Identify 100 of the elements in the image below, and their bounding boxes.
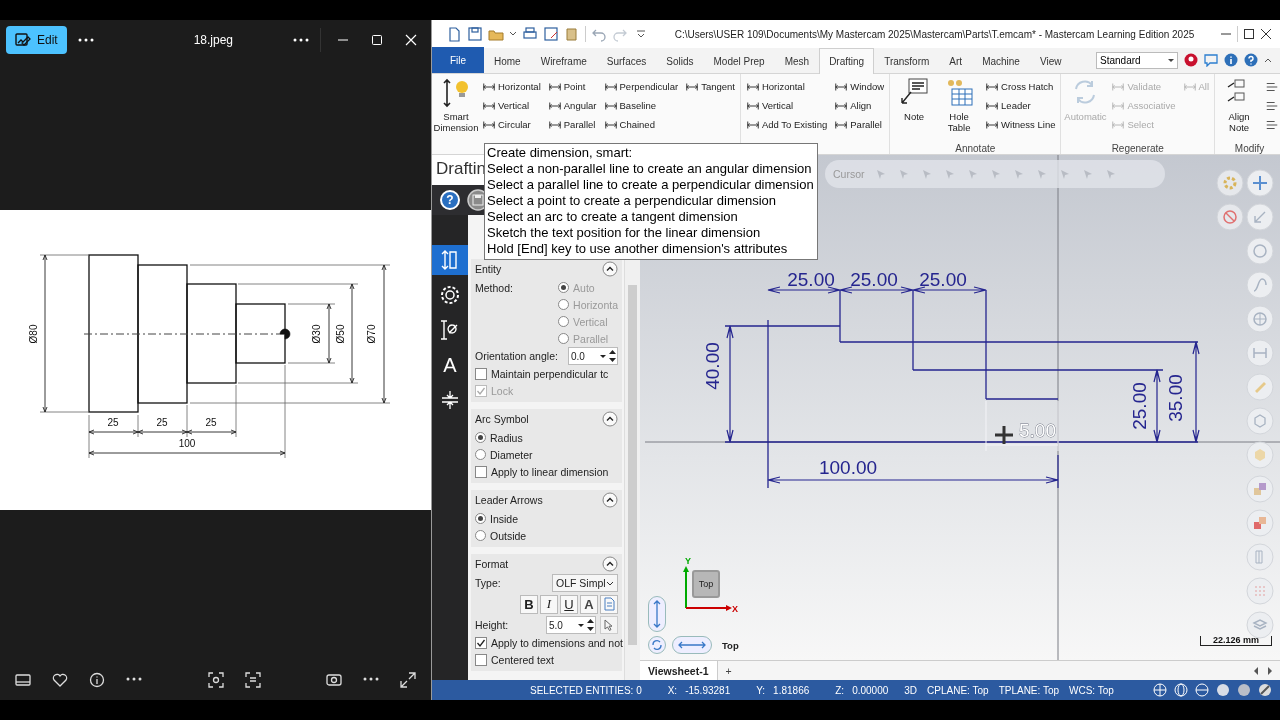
display-mode-icon[interactable]: [1174, 683, 1188, 697]
camera-frame-icon[interactable]: [325, 671, 343, 689]
collapse-caret-icon[interactable]: [1264, 56, 1272, 64]
no-sign-button-icon[interactable]: [1216, 203, 1244, 231]
expand-icon[interactable]: [399, 671, 417, 689]
radio-button[interactable]: [475, 449, 486, 460]
viewsheet-tab[interactable]: Viewsheet-1: [640, 661, 718, 680]
picker-button[interactable]: [600, 616, 618, 634]
text-style-button[interactable]: I: [540, 594, 558, 614]
checkbox[interactable]: [475, 653, 487, 666]
text-style-button[interactable]: U: [560, 594, 578, 614]
ribbon-command[interactable]: Circular: [480, 115, 543, 134]
ribbon-command[interactable]: Witness Line: [983, 115, 1058, 134]
account-icon[interactable]: [1184, 53, 1198, 67]
ribbon-tab[interactable]: Surfaces: [596, 48, 657, 73]
scroll-right-icon[interactable]: [1266, 665, 1274, 676]
checkbox[interactable]: [475, 636, 487, 649]
type-dropdown[interactable]: OLF Simpl: [552, 574, 618, 592]
ribbon-command[interactable]: Leader: [983, 96, 1058, 115]
ribbon-button[interactable]: Align Note: [1218, 77, 1261, 134]
help-icon[interactable]: [1244, 53, 1258, 67]
view-cube[interactable]: Top: [692, 570, 720, 598]
number-field[interactable]: 5.0: [546, 616, 596, 634]
ribbon-button[interactable]: Note: [893, 77, 936, 134]
ribbon-command[interactable]: Chained: [601, 115, 681, 134]
ribbon-tab[interactable]: Transform: [874, 48, 940, 73]
printer-icon[interactable]: [522, 26, 538, 42]
ribbon-command[interactable]: Tangent: [683, 77, 737, 96]
ribbon-tab[interactable]: Wireframe: [530, 48, 597, 73]
ribbon-command[interactable]: Horizontal: [743, 77, 830, 96]
ribbon-tab[interactable]: Machine: [972, 48, 1030, 73]
collapse-chevron-icon[interactable]: [602, 261, 618, 277]
ribbon-tab[interactable]: Mesh: [774, 48, 820, 73]
view-tool-button-icon[interactable]: [1246, 169, 1274, 197]
ribbon-command[interactable]: Baseline: [601, 96, 681, 115]
ribbon-tab[interactable]: View: [1029, 48, 1072, 73]
help-button[interactable]: ?: [440, 190, 460, 210]
display-mode-icon[interactable]: [1237, 683, 1251, 697]
plane-setting[interactable]: TPLANE: Top: [998, 684, 1060, 696]
radio-button[interactable]: [475, 513, 486, 524]
info-icon[interactable]: [88, 671, 106, 689]
text-style-button[interactable]: A: [580, 594, 598, 614]
collapse-chevron-icon[interactable]: [602, 492, 618, 508]
view-mode[interactable]: 3D: [904, 684, 918, 696]
ribbon-tab[interactable]: Home: [484, 48, 531, 73]
maximize-icon[interactable]: [1243, 28, 1255, 40]
text-scan-icon[interactable]: [243, 671, 262, 689]
ribbon-command[interactable]: Horizontal: [480, 77, 543, 96]
add-sheet-button[interactable]: +: [717, 661, 740, 680]
ribbon-command[interactable]: Parallel: [545, 115, 599, 134]
ribbon-tab[interactable]: Solids: [656, 48, 704, 73]
rotate-button[interactable]: [648, 636, 666, 654]
spinner-arrows-icon[interactable]: [608, 348, 617, 364]
ribbon-button[interactable]: Smart Dimension: [435, 77, 477, 134]
pan-horizontal-button[interactable]: [672, 636, 712, 654]
side-tab[interactable]: A: [432, 350, 468, 380]
checkbox[interactable]: [475, 465, 487, 478]
plane-setting[interactable]: CPLANE: Top: [927, 684, 989, 696]
view-tool-button-icon[interactable]: [1246, 475, 1274, 503]
edit-button[interactable]: Edit: [6, 26, 67, 54]
checkbox[interactable]: [475, 367, 487, 380]
view-tool-button-icon[interactable]: [1246, 509, 1274, 537]
save-as-icon[interactable]: [543, 26, 559, 42]
radio-button[interactable]: [475, 432, 486, 443]
comment-icon[interactable]: [1204, 53, 1218, 67]
display-mode-icon[interactable]: [1153, 683, 1167, 697]
scroll-left-icon[interactable]: [1252, 665, 1260, 676]
ribbon-tab[interactable]: Art: [939, 48, 973, 73]
ribbon-command[interactable]: Point: [545, 77, 599, 96]
collapse-chevron-icon[interactable]: [602, 556, 618, 572]
ribbon-tab[interactable]: Model Prep: [703, 48, 775, 73]
workspace-dropdown[interactable]: Standard: [1096, 51, 1178, 69]
spinner-arrows-icon[interactable]: [586, 617, 595, 633]
ribbon-command[interactable]: Cross Hatch: [983, 77, 1058, 96]
pan-vertical-button[interactable]: [648, 596, 666, 632]
filmstrip-icon[interactable]: [14, 671, 32, 689]
scan-frame-icon[interactable]: [206, 671, 225, 689]
display-mode-icon[interactable]: [1258, 683, 1272, 697]
heart-icon[interactable]: [51, 671, 69, 689]
new-file-icon[interactable]: [446, 26, 462, 42]
ribbon-command[interactable]: Vertical: [480, 96, 543, 115]
display-mode-icon[interactable]: [1216, 683, 1230, 697]
ribbon-command[interactable]: Add To Existing: [743, 115, 830, 134]
number-field[interactable]: 0.0: [568, 347, 618, 365]
ribbon-command[interactable]: Perpendicular: [601, 77, 681, 96]
ribbon-tab[interactable]: Drafting: [819, 48, 875, 74]
ribbon-button[interactable]: Hole Table: [938, 77, 981, 134]
ribbon-tab[interactable]: File: [432, 47, 484, 73]
ribbon-command[interactable]: Parallel: [832, 115, 887, 134]
radio-button[interactable]: [475, 530, 486, 541]
collapse-chevron-icon[interactable]: [602, 411, 618, 427]
close-icon[interactable]: [1260, 28, 1272, 40]
plane-setting[interactable]: WCS: Top: [1069, 684, 1114, 696]
ribbon-command[interactable]: Align: [832, 96, 887, 115]
ribbon-command[interactable]: Angular: [545, 96, 599, 115]
text-style-button[interactable]: B: [520, 594, 538, 614]
display-mode-icon[interactable]: [1195, 683, 1209, 697]
ribbon-command[interactable]: Window: [832, 77, 887, 96]
ribbon-command[interactable]: Vertical: [743, 96, 830, 115]
up-down-arrow-icon: [652, 599, 662, 629]
